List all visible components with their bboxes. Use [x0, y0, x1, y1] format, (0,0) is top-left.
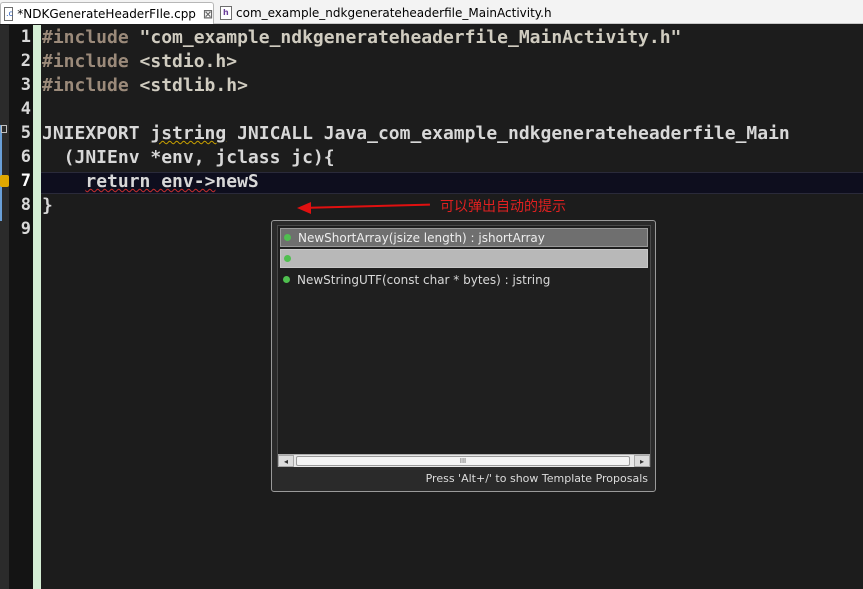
code-line-8[interactable]: } — [42, 195, 53, 216]
code-line-2[interactable]: #include <stdio.h> — [42, 51, 237, 72]
proposal-label: NewShortArray(jsize length) : jshortArra… — [298, 230, 545, 245]
warning-icon[interactable] — [0, 175, 9, 187]
public-method-icon — [284, 255, 291, 262]
public-method-icon — [283, 276, 290, 283]
line-number: 1 — [20, 27, 31, 47]
line-number: 5 — [20, 123, 31, 143]
overview-ruler — [33, 25, 41, 589]
line-number: 8 — [20, 195, 31, 215]
scroll-thumb[interactable]: III — [296, 456, 630, 466]
code-token: JNIEXPORT — [42, 123, 151, 144]
tab-label: *NDKGenerateHeaderFIle.cpp — [17, 6, 196, 21]
line-number: 4 — [20, 99, 31, 119]
include-path: "com_example_ndkgenerateheaderfile_MainA… — [128, 27, 682, 48]
annotation-arrowhead — [297, 202, 311, 214]
code-line-5[interactable]: JNIEXPORT jstring JNICALL Java_com_examp… — [42, 123, 790, 144]
line-number: 6 — [20, 147, 31, 167]
annotation-gutter — [0, 25, 9, 589]
code-line-1[interactable]: #include "com_example_ndkgenerateheaderf… — [42, 27, 681, 48]
header-file-icon: h — [220, 6, 232, 20]
close-icon[interactable]: ⊠ — [203, 8, 213, 20]
scroll-left-arrow-icon[interactable]: ◂ — [278, 455, 294, 467]
annotation-arrow — [299, 203, 430, 209]
proposal-item-selected[interactable] — [280, 249, 648, 268]
proposal-item[interactable]: NewStringUTF(const char * bytes) : jstri… — [280, 270, 648, 289]
annotation-text: 可以弹出自动的提示 — [440, 199, 566, 215]
code-line-7[interactable]: return env->newS — [42, 171, 259, 192]
fold-toggle-icon[interactable] — [1, 125, 7, 133]
line-number: 9 — [20, 219, 31, 239]
tab-cpp-file[interactable]: .c *NDKGenerateHeaderFIle.cpp ⊠ — [0, 2, 214, 24]
line-number: 3 — [20, 75, 31, 95]
code-editor[interactable]: 1 2 3 4 5 6 7 8 9 #include "com_example_… — [0, 25, 863, 589]
code-token-error: return env-> — [85, 171, 216, 192]
code-token: JNICALL Java_com_example_ndkgeneratehead… — [226, 123, 790, 144]
preprocessor-keyword: #include — [42, 75, 129, 96]
preprocessor-keyword: #include — [42, 51, 129, 72]
proposal-list[interactable]: NewShortArray(jsize length) : jshortArra… — [277, 225, 651, 467]
horizontal-scrollbar[interactable]: ◂ III ▸ — [278, 454, 650, 467]
editor-tab-bar: .c *NDKGenerateHeaderFIle.cpp ⊠ h com_ex… — [0, 0, 863, 24]
public-method-icon — [284, 234, 291, 241]
code-token-warning: jstring — [150, 123, 227, 144]
include-path: <stdio.h> — [128, 51, 238, 72]
popup-status-hint: Press 'Alt+/' to show Template Proposals — [425, 472, 648, 485]
code-line-3[interactable]: #include <stdlib.h> — [42, 75, 248, 96]
include-path: <stdlib.h> — [128, 75, 248, 96]
scroll-right-arrow-icon[interactable]: ▸ — [634, 455, 650, 467]
line-number-current: 7 — [20, 171, 31, 191]
tab-label: com_example_ndkgenerateheaderfile_MainAc… — [236, 6, 552, 20]
preprocessor-keyword: #include — [42, 27, 129, 48]
code-line-6[interactable]: (JNIEnv *env, jclass jc){ — [42, 147, 335, 168]
line-number: 2 — [20, 51, 31, 71]
fold-range-marker — [0, 125, 7, 221]
cpp-file-icon: .c — [4, 6, 14, 21]
content-assist-popup[interactable]: NewShortArray(jsize length) : jshortArra… — [271, 220, 656, 492]
proposal-item[interactable]: NewShortArray(jsize length) : jshortArra… — [280, 228, 648, 247]
tab-header-file[interactable]: h com_example_ndkgenerateheaderfile_Main… — [218, 2, 552, 24]
typed-prefix: newS — [215, 171, 259, 192]
proposal-label: NewStringUTF(const char * bytes) : jstri… — [297, 272, 551, 287]
